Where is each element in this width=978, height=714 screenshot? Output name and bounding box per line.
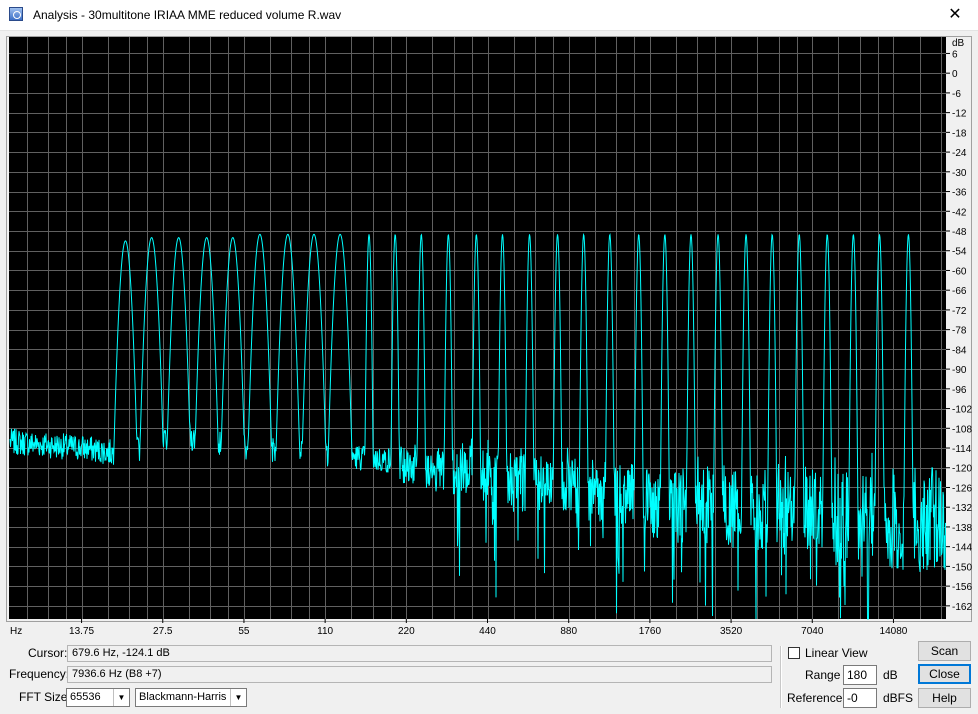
fft-size-value: 65536: [70, 691, 101, 703]
range-unit: dB: [883, 668, 898, 682]
y-tick-label: -144: [952, 543, 972, 554]
x-tick-label: 3520: [720, 626, 743, 637]
y-tick-label: -84: [952, 345, 967, 356]
spectrum-chart[interactable]: dB6 0 -6 -12 -18 -24 -30 -36 -42 -48 -54 -60 -66 -72 -…: [0, 0, 978, 640]
cursor-readout: 679.6 Hz, -124.1 dB: [67, 645, 772, 662]
x-axis-unit: Hz: [10, 626, 22, 637]
window-function-select[interactable]: Blackmann-Harris ▼: [135, 688, 247, 707]
linear-view-checkbox[interactable]: [788, 647, 800, 659]
y-tick-label: -60: [952, 266, 967, 277]
y-tick-label: -108: [952, 424, 972, 435]
x-axis-labels: Hz 13.75 27.5 55 110 220 440 880 1760 3520 7040 140…: [10, 619, 908, 637]
y-tick-label: -24: [952, 148, 967, 159]
y-tick-label: -66: [952, 286, 967, 297]
x-tick-label: 880: [560, 626, 577, 637]
fft-size-select[interactable]: 65536 ▼: [66, 688, 130, 707]
close-button[interactable]: Close: [918, 664, 971, 684]
x-tick-label: 7040: [801, 626, 824, 637]
y-tick-label: -54: [952, 247, 967, 258]
y-tick-label: -150: [952, 562, 972, 573]
y-axis-labels: dB6 0 -6 -12 -18 -24 -30 -36 -42 -48 -54 -60 -66 -72 -…: [946, 38, 972, 613]
x-tick-label: 13.75: [69, 626, 94, 637]
x-tick-label: 440: [479, 626, 496, 637]
reference-input[interactable]: -0: [843, 688, 877, 708]
y-tick-label: -96: [952, 385, 967, 396]
x-tick-label: 14080: [880, 626, 908, 637]
reference-label: Reference: [787, 691, 843, 705]
y-tick-label: -156: [952, 582, 972, 593]
window-function-value: Blackmann-Harris: [139, 691, 227, 703]
y-tick-label: -6: [952, 89, 961, 100]
y-tick-label: -42: [952, 207, 967, 218]
x-tick-label: 110: [317, 626, 333, 637]
y-tick-label: -132: [952, 503, 972, 514]
y-tick-label: -90: [952, 365, 967, 376]
y-tick-label: 0: [952, 69, 958, 80]
y-tick-label: -120: [952, 464, 972, 475]
chevron-down-icon: ▼: [113, 689, 129, 706]
cursor-label: Cursor:: [28, 646, 68, 660]
reference-unit: dBFS: [883, 691, 914, 705]
y-tick-label: -12: [952, 109, 967, 120]
x-tick-label: 27.5: [153, 626, 173, 637]
y-tick-label: -18: [952, 128, 967, 139]
y-tick-label: -48: [952, 227, 967, 238]
chevron-down-icon: ▼: [230, 689, 246, 706]
y-axis-unit: dB: [952, 38, 965, 49]
frequency-readout: 7936.6 Hz (B8 +7): [67, 666, 772, 683]
y-tick-label: 6: [952, 49, 958, 60]
scan-button[interactable]: Scan: [918, 641, 971, 661]
help-button[interactable]: Help: [918, 688, 971, 708]
y-tick-label: -72: [952, 306, 967, 317]
range-label: Range: [805, 668, 841, 682]
x-tick-label: 1760: [639, 626, 662, 637]
y-tick-label: -126: [952, 483, 972, 494]
y-tick-label: -138: [952, 523, 972, 534]
linear-view-label[interactable]: Linear View: [805, 646, 867, 660]
y-tick-label: -162: [952, 602, 972, 613]
frequency-label: Frequency:: [9, 667, 70, 681]
x-tick-label: 220: [398, 626, 415, 637]
y-tick-label: -36: [952, 188, 967, 199]
range-input[interactable]: 180: [843, 665, 877, 685]
y-tick-label: -78: [952, 326, 967, 337]
y-tick-label: -30: [952, 168, 967, 179]
vertical-separator: [780, 646, 782, 708]
y-tick-label: -102: [952, 405, 972, 416]
fft-size-label: FFT Size:: [19, 690, 71, 704]
y-tick-label: -114: [952, 444, 972, 455]
x-tick-label: 55: [238, 626, 250, 637]
